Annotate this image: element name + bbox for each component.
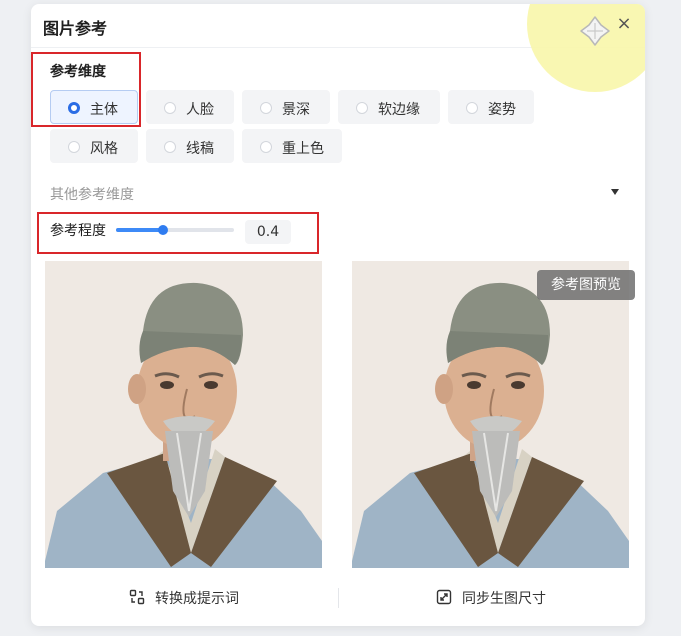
radio-icon [164,102,176,114]
footer-divider [338,588,339,608]
caret-down-icon[interactable] [611,189,619,195]
radio-selected-icon [68,102,80,114]
image-reference-panel: 图片参考 × 参考维度 主体 人脸 景深 软边缘 姿势 风格 线稿 重上色 其他… [31,4,645,626]
panel-footer: 转换成提示词 同步生图尺寸 [31,572,645,626]
panel-title: 图片参考 [43,19,108,38]
reference-preview-image[interactable] [352,261,629,568]
option-label: 重上色 [282,141,324,157]
strength-label: 参考程度 [50,223,106,239]
option-pose[interactable]: 姿势 [448,90,534,124]
option-label: 主体 [90,102,118,118]
option-label: 景深 [282,102,310,118]
option-label: 人脸 [186,102,214,118]
option-style[interactable]: 风格 [50,129,138,163]
reference-image[interactable] [45,261,322,568]
radio-icon [164,141,176,153]
strength-slider[interactable] [116,225,234,235]
radio-icon [68,141,80,153]
other-dimensions-dropdown[interactable]: 其他参考维度 [50,184,134,204]
panel-header: 图片参考 × [31,4,645,92]
slider-fill [116,228,164,232]
move-icon[interactable] [579,15,611,47]
convert-label: 转换成提示词 [155,591,239,607]
preview-badge[interactable]: 参考图预览 [537,270,635,300]
option-label: 软边缘 [378,102,420,118]
portrait-image [45,261,322,568]
option-face[interactable]: 人脸 [146,90,234,124]
option-soft-edge[interactable]: 软边缘 [338,90,440,124]
radio-icon [260,141,272,153]
option-subject[interactable]: 主体 [50,90,138,124]
sync-size-label: 同步生图尺寸 [462,591,546,607]
option-label: 线稿 [186,141,214,157]
convert-icon [129,589,145,605]
expand-icon [436,589,452,605]
option-label: 姿势 [488,102,516,118]
option-recolor[interactable]: 重上色 [242,129,342,163]
close-icon[interactable]: × [615,14,633,34]
strength-value[interactable]: 0.4 [245,220,291,244]
radio-icon [356,102,368,114]
option-depth[interactable]: 景深 [242,90,330,124]
radio-icon [466,102,478,114]
option-label: 风格 [90,141,118,157]
dimension-label: 参考维度 [50,64,106,80]
slider-thumb[interactable] [158,225,169,235]
radio-icon [260,102,272,114]
portrait-image [352,261,629,568]
option-line-art[interactable]: 线稿 [146,129,234,163]
